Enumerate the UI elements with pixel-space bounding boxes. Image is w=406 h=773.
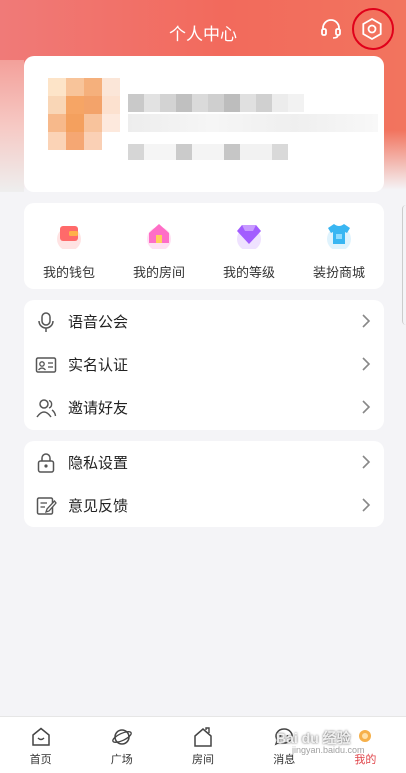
quick-action-label: 我的钱包 <box>42 265 95 280</box>
menu-label: 实名认证 <box>68 357 129 374</box>
menu-item-privacy[interactable]: 隐私设置 <box>24 441 384 484</box>
home-icon <box>142 217 176 251</box>
headset-icon <box>321 19 341 39</box>
diamond-icon <box>232 217 266 251</box>
chevron-right-icon <box>362 400 371 414</box>
invite-friends-icon <box>34 396 58 420</box>
shirt-icon <box>322 217 356 251</box>
blur-row-2 <box>128 114 378 132</box>
avatar[interactable] <box>48 78 120 162</box>
tab-room[interactable]: 房间 <box>162 717 243 773</box>
quick-action-room[interactable]: 我的房间 <box>114 203 204 289</box>
chevron-right-icon <box>362 455 371 469</box>
planet-icon <box>110 725 134 749</box>
tab-square[interactable]: 广场 <box>81 717 162 773</box>
scroll-indicator <box>402 205 406 325</box>
chevron-right-icon <box>362 498 371 512</box>
home-tab-icon <box>29 725 53 749</box>
quick-action-label: 我的房间 <box>132 265 185 280</box>
tab-home[interactable]: 首页 <box>0 717 81 773</box>
quick-actions-card: 我的钱包 我的房间 我的等级 装扮商城 <box>24 203 384 289</box>
room-icon <box>191 725 215 749</box>
gear-icon <box>362 17 382 41</box>
tab-label: 广场 <box>110 754 133 766</box>
menu-group-2: 隐私设置 意见反馈 <box>24 441 384 527</box>
menu-label: 意见反馈 <box>68 498 129 515</box>
quick-action-level[interactable]: 我的等级 <box>204 203 294 289</box>
menu-item-invite-friends[interactable]: 邀请好友 <box>24 386 384 429</box>
user-id-blurred <box>128 144 308 160</box>
quick-action-label: 我的等级 <box>222 265 275 280</box>
feedback-icon <box>34 494 58 518</box>
menu-group-1: 语音公会 实名认证 邀请好友 <box>24 300 384 430</box>
tab-label: 首页 <box>29 754 52 766</box>
menu-item-voice-guild[interactable]: 语音公会 <box>24 300 384 343</box>
wallet-icon <box>52 217 86 251</box>
menu-label: 邀请好友 <box>68 400 129 417</box>
quick-action-wallet[interactable]: 我的钱包 <box>24 203 114 289</box>
chevron-right-icon <box>362 357 371 371</box>
menu-item-feedback[interactable]: 意见反馈 <box>24 484 384 527</box>
microphone-icon <box>34 310 58 334</box>
watermark-url: jingyan.baidu.com <box>292 745 365 755</box>
lock-icon <box>34 451 58 475</box>
menu-label: 语音公会 <box>68 314 129 331</box>
id-card-icon <box>34 353 58 377</box>
menu-item-real-name[interactable]: 实名认证 <box>24 343 384 386</box>
username-blurred <box>128 94 318 112</box>
chevron-right-icon <box>362 314 371 328</box>
menu-label: 隐私设置 <box>68 455 129 472</box>
profile-card[interactable] <box>24 56 384 192</box>
quick-action-dress-shop[interactable]: 装扮商城 <box>294 203 384 289</box>
blurred-edge <box>0 60 24 192</box>
customer-service-button[interactable] <box>314 12 348 46</box>
settings-button[interactable] <box>355 12 389 46</box>
quick-action-label: 装扮商城 <box>312 265 365 280</box>
tab-label: 房间 <box>192 754 214 766</box>
